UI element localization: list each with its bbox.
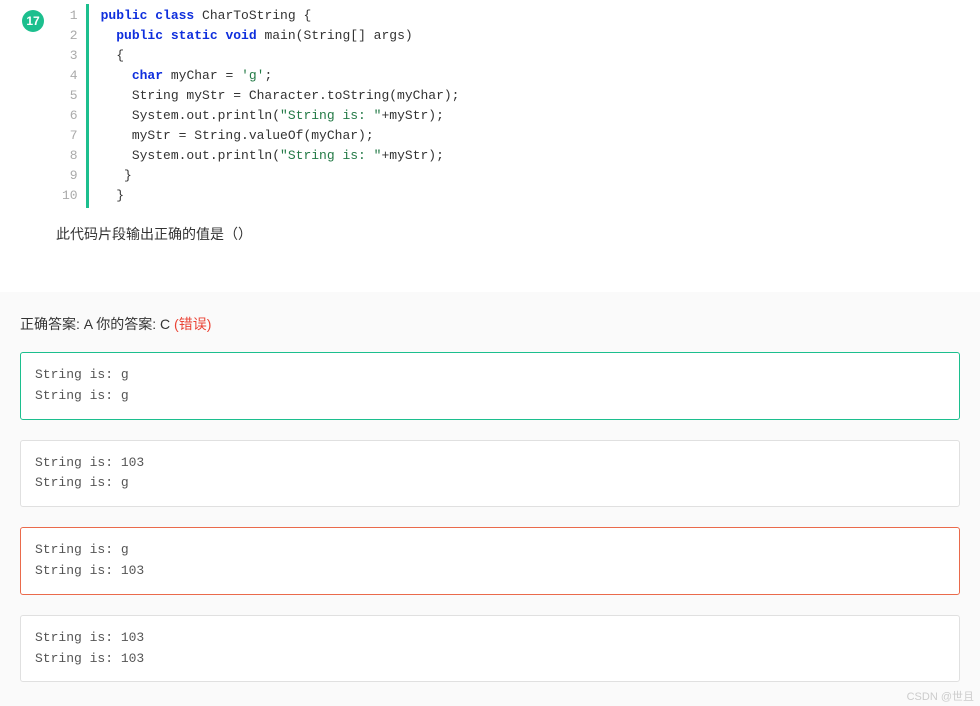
answer-option[interactable]: String is: 103 String is: g xyxy=(20,440,960,508)
answer-option[interactable]: String is: g String is: 103 xyxy=(20,527,960,595)
question-text: 此代码片段输出正确的值是（） xyxy=(0,208,980,254)
code-snippet: 12345678910 public class CharToString { … xyxy=(56,4,980,208)
answer-status: 正确答案: A 你的答案: C (错误) xyxy=(20,314,960,334)
answer-option[interactable]: String is: 103 String is: 103 xyxy=(20,615,960,683)
correct-answer-label: 正确答案: xyxy=(20,316,84,332)
wrong-indicator: (错误) xyxy=(170,316,211,332)
watermark: CSDN @世且 xyxy=(907,688,974,704)
question-number-badge: 17 xyxy=(22,10,44,32)
your-answer-label: 你的答案: xyxy=(92,316,160,332)
your-answer-value: C xyxy=(160,316,170,332)
answer-option[interactable]: String is: g String is: g xyxy=(20,352,960,420)
